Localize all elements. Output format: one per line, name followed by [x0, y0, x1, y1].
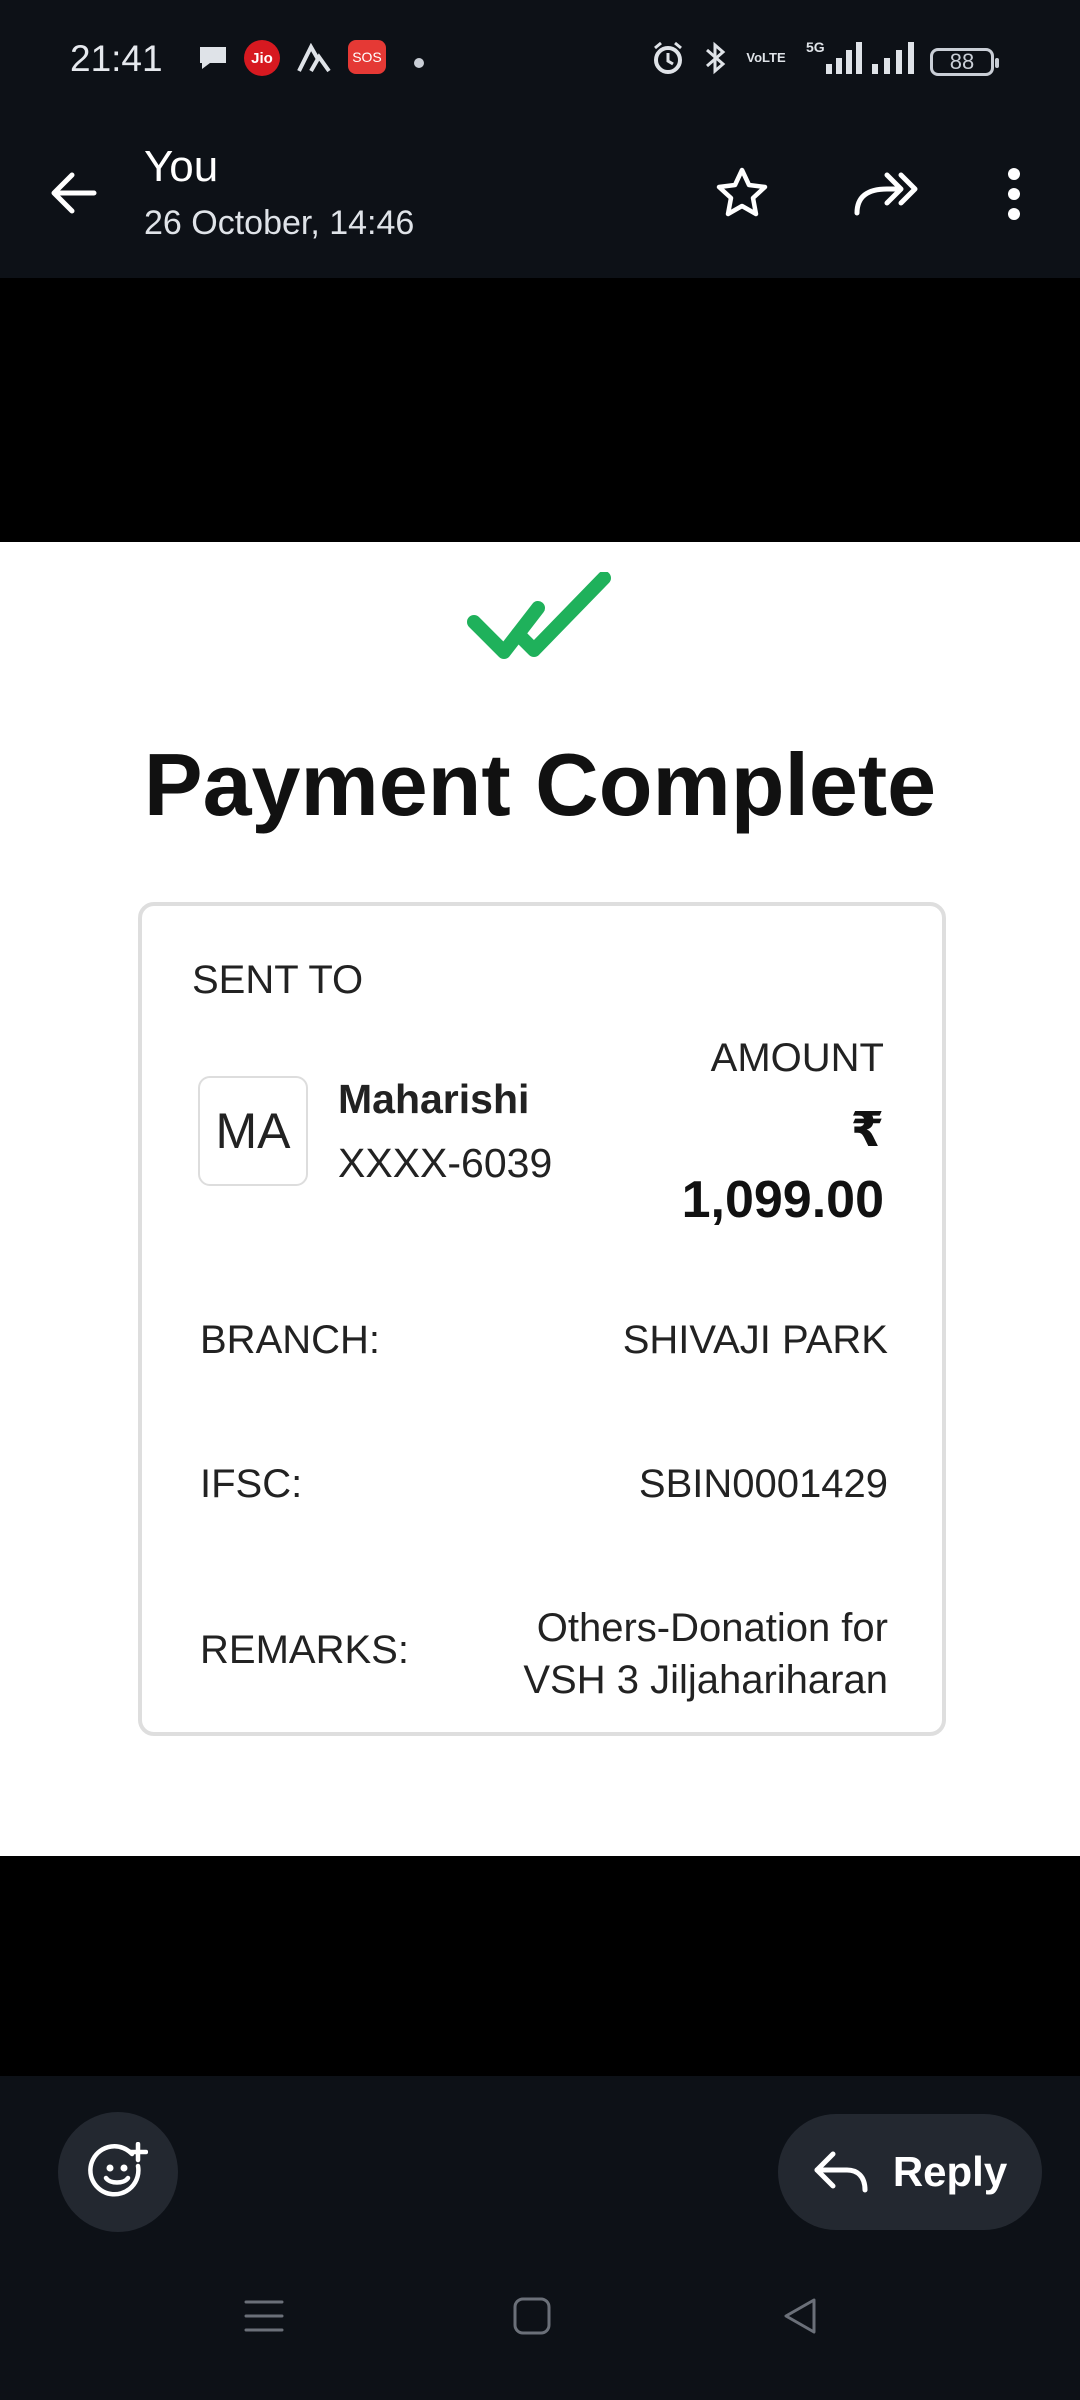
- signal-icon: [870, 40, 918, 76]
- currency-symbol: ₹: [850, 1104, 884, 1157]
- payment-receipt-image[interactable]: Payment Complete SENT TO MA Maharishi XX…: [0, 542, 1080, 1856]
- battery-icon: 88: [930, 48, 999, 76]
- avatar: MA: [198, 1076, 308, 1186]
- more-vert-icon: [1008, 168, 1020, 220]
- chat-icon: [194, 40, 232, 76]
- bottom-bar: Reply: [0, 2076, 1080, 2400]
- forward-button[interactable]: [848, 156, 924, 232]
- back-arrow-icon: [51, 172, 97, 214]
- dot-icon: [414, 58, 424, 68]
- reply-label: Reply: [892, 2148, 1008, 2195]
- ifsc-label: IFSC:: [200, 1462, 303, 1506]
- sos-icon: SOS: [348, 40, 386, 74]
- bluetooth-icon: [698, 40, 734, 76]
- jio-icon: Jio: [244, 40, 280, 76]
- app-icon: [296, 40, 332, 76]
- sent-to-label: SENT TO: [192, 958, 364, 1002]
- remarks-value: Others-Donation for VSH 3 Jiljahariharan: [523, 1602, 888, 1706]
- alarm-icon: [648, 40, 688, 76]
- status-bar: 21:41 Jio SOS VoLTE 5G 88: [0, 0, 1080, 120]
- emoji-add-icon: [88, 2142, 148, 2197]
- home-icon: [513, 2297, 551, 2335]
- reply-icon: [814, 2151, 868, 2193]
- remarks-line-1: Others-Donation for: [536, 1606, 888, 1650]
- double-check-icon: [467, 572, 611, 659]
- svg-text:5G: 5G: [806, 40, 825, 55]
- star-button[interactable]: [704, 156, 780, 232]
- sender-name: You: [144, 142, 219, 191]
- payee-account: XXXX-6039: [338, 1140, 553, 1186]
- back-button[interactable]: [38, 158, 108, 228]
- signal-icon: 5G: [806, 40, 864, 76]
- branch-value: SHIVAJI PARK: [622, 1318, 888, 1362]
- amount-label: AMOUNT: [710, 1036, 884, 1080]
- more-options-button[interactable]: [976, 156, 1052, 232]
- volte-icon: VoLTE: [746, 50, 786, 65]
- nav-menu-button[interactable]: [234, 2286, 294, 2346]
- remarks-line-2: VSH 3 Jiljahariharan: [523, 1658, 888, 1702]
- payment-title: Payment Complete: [143, 735, 937, 834]
- nav-back-button[interactable]: [770, 2286, 830, 2346]
- back-icon: [784, 2298, 816, 2334]
- payment-details-card: SENT TO MA Maharishi XXXX-6039 AMOUNT ₹ …: [138, 902, 946, 1736]
- payee-name: Maharishi: [338, 1076, 530, 1122]
- nav-home-button[interactable]: [502, 2286, 562, 2346]
- ifsc-value: SBIN0001429: [638, 1462, 888, 1506]
- menu-icon: [244, 2300, 284, 2332]
- message-date: 26 October, 14:46: [144, 204, 415, 242]
- add-reaction-button[interactable]: [58, 2112, 178, 2232]
- branch-label: BRANCH:: [200, 1318, 381, 1362]
- reply-button[interactable]: Reply: [778, 2114, 1042, 2230]
- status-time: 21:41: [70, 38, 163, 79]
- forward-icon: [854, 172, 918, 216]
- app-bar: You 26 October, 14:46: [0, 120, 1080, 278]
- remarks-label: REMARKS:: [200, 1628, 409, 1672]
- star-icon: [716, 167, 768, 217]
- amount-value: 1,099.00: [681, 1171, 884, 1229]
